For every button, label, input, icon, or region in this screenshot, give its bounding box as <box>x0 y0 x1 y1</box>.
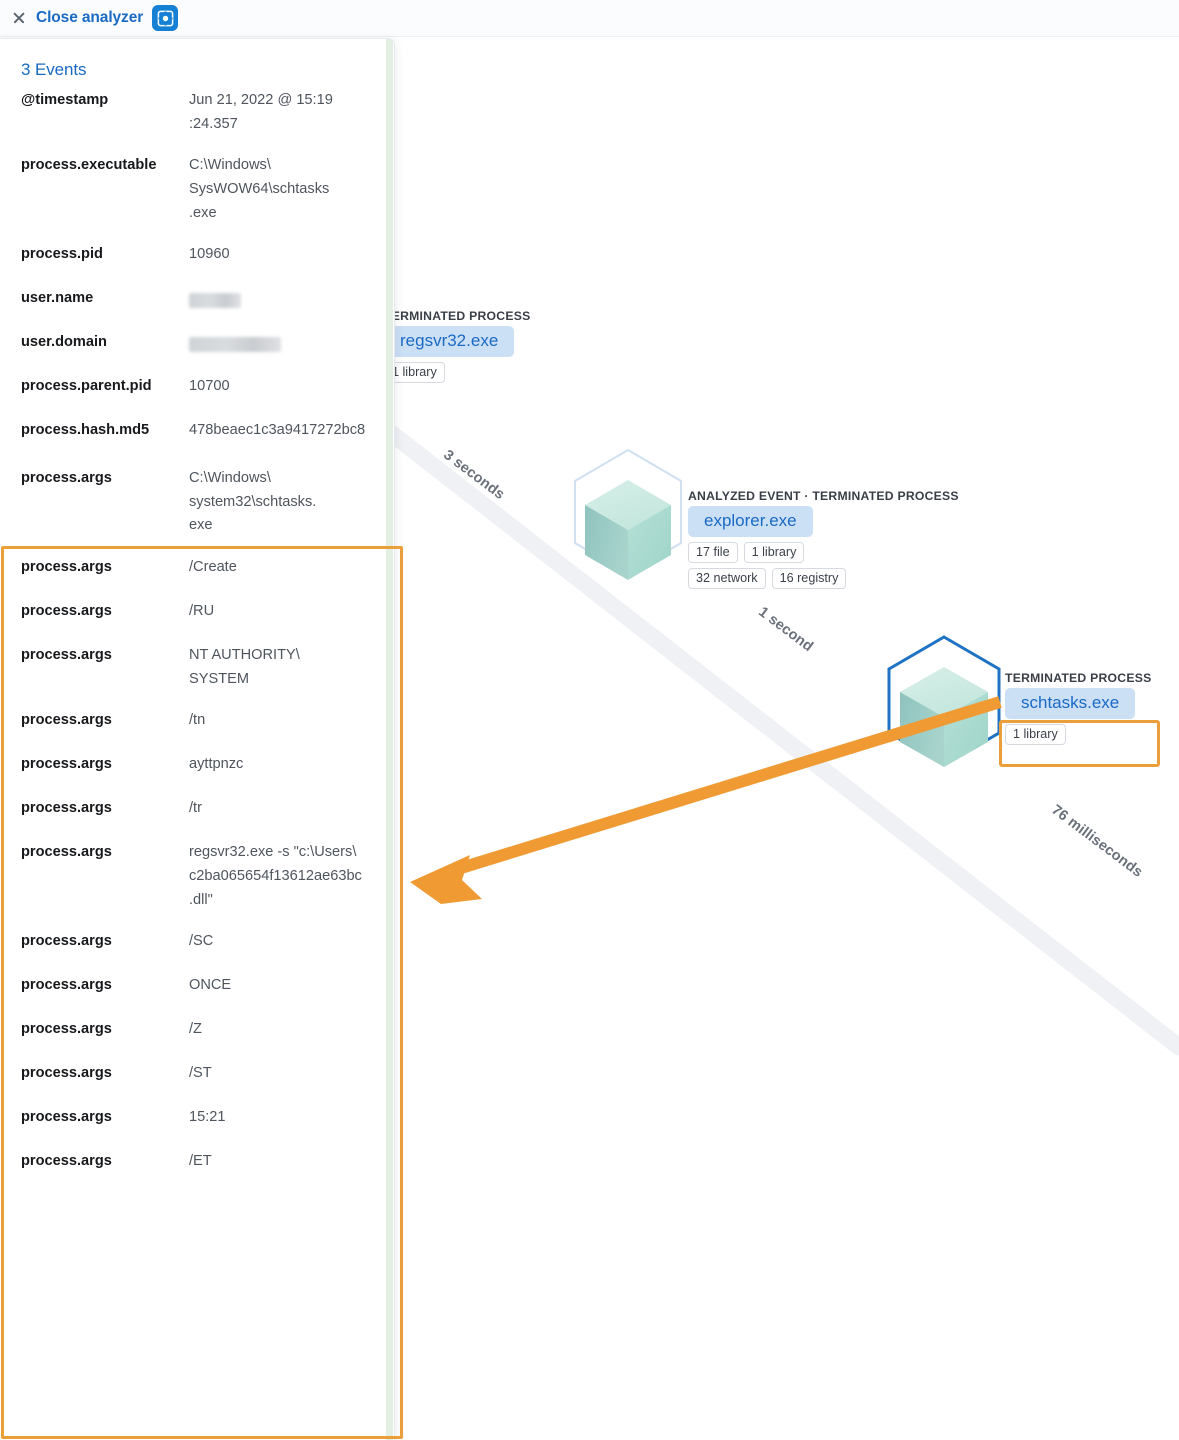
field-value: regsvr32.exe -s "c:\Users\ c2ba065654f13… <box>189 844 362 908</box>
field-value: C:\Windows\ SysWOW64\schtasks .exe <box>189 157 330 221</box>
event-details-panel[interactable]: 3 Events @timestamp Jun 21, 2022 @ 15:19… <box>0 38 395 1440</box>
field-value: ayttpnzc <box>189 756 244 773</box>
table-row: process.args /RU <box>0 591 394 635</box>
node-title-regsvr32[interactable]: regsvr32.exe <box>384 326 515 357</box>
panel-heading: 3 Events <box>21 60 87 79</box>
panel-scrollbar[interactable] <box>386 39 393 1440</box>
annotation-arrow <box>410 696 1002 904</box>
table-row: process.args 15:21 <box>0 1097 394 1141</box>
table-row: user.name <box>0 278 394 322</box>
field-key: process.args <box>21 1065 112 1082</box>
field-value: Jun 21, 2022 @ 15:19 :24.357 <box>189 92 333 132</box>
table-row: process.args /tr <box>0 788 394 832</box>
field-value: 10960 <box>189 246 230 263</box>
field-value: /SC <box>189 933 214 950</box>
field-key: process.args <box>21 1021 112 1038</box>
field-key: process.args <box>21 647 112 664</box>
field-value: 10700 <box>189 378 230 395</box>
close-analyzer-button[interactable]: Close analyzer <box>36 9 143 27</box>
close-icon[interactable] <box>11 10 27 26</box>
node-title-explorer[interactable]: explorer.exe <box>688 506 813 537</box>
table-row: process.pid 10960 <box>0 234 394 278</box>
field-key: process.args <box>21 603 112 620</box>
field-value-redacted <box>189 287 382 311</box>
table-row: process.args C:\Windows\ system32\schtas… <box>0 454 394 547</box>
table-row: user.domain <box>0 322 394 366</box>
field-value: /ST <box>189 1065 212 1082</box>
field-value: /tn <box>189 712 206 729</box>
redacted-value <box>189 292 241 308</box>
event-fields-list: @timestamp Jun 21, 2022 @ 15:19 :24.357 … <box>0 80 394 1185</box>
field-value: /ET <box>189 1153 212 1170</box>
field-key: process.args <box>21 844 112 861</box>
node-kicker: ANALYZED EVENT · TERMINATED PROCESS <box>688 489 959 503</box>
field-key: @timestamp <box>21 92 109 108</box>
table-row: process.hash.md5 478beaec1c3a9417272bc8 <box>0 410 394 454</box>
field-value: /Create <box>189 559 237 576</box>
field-value: /tr <box>189 800 202 817</box>
node-title-schtasks[interactable]: schtasks.exe <box>1005 688 1136 719</box>
table-row: process.args ONCE <box>0 965 394 1009</box>
field-value: 478beaec1c3a9417272bc8 <box>189 422 366 439</box>
field-value: /RU <box>189 603 215 620</box>
field-key: process.args <box>21 1109 112 1126</box>
node-pill-row: 1 library <box>384 362 530 383</box>
table-row: process.args /Z <box>0 1009 394 1053</box>
node-kicker: TERMINATED PROCESS <box>384 309 531 323</box>
field-key: user.name <box>21 290 94 307</box>
table-row: process.executable C:\Windows\ SysWOW64\… <box>0 145 394 234</box>
field-key: user.domain <box>21 334 107 351</box>
table-row: process.args ayttpnzc <box>0 744 394 788</box>
field-value: 15:21 <box>189 1109 226 1126</box>
table-row: process.args /ST <box>0 1053 394 1097</box>
field-value: /Z <box>189 1021 202 1038</box>
analyzer-toolbar: Close analyzer <box>0 0 1179 37</box>
field-key: process.args <box>21 470 112 487</box>
field-value: C:\Windows\ system32\schtasks. exe <box>189 470 317 534</box>
field-value: ONCE <box>189 977 232 994</box>
node-pill-row: 17 file 1 library <box>688 542 959 563</box>
redacted-value <box>189 336 281 352</box>
node-pill-library[interactable]: 1 library <box>743 542 805 563</box>
field-key: process.hash.md5 <box>21 422 150 439</box>
field-key: process.pid <box>21 246 103 263</box>
node-pill-library[interactable]: 1 library <box>1005 724 1066 745</box>
graph-node-regsvr32[interactable]: TERMINATED PROCESS regsvr32.exe 1 librar… <box>384 309 530 383</box>
table-row: process.args /ET <box>0 1141 394 1185</box>
field-key: process.args <box>21 712 112 729</box>
node-pill-row: 32 network 16 registry <box>688 568 959 589</box>
graph-node-explorer[interactable]: ANALYZED EVENT · TERMINATED PROCESS expl… <box>688 489 959 589</box>
field-key: process.args <box>21 800 112 817</box>
node-pill-file[interactable]: 17 file <box>688 542 738 563</box>
field-value-redacted <box>189 331 382 355</box>
node-hexagon-explorer <box>574 448 682 580</box>
table-row: process.args /SC <box>0 921 394 965</box>
graph-node-schtasks[interactable]: TERMINATED PROCESS schtasks.exe 1 librar… <box>1005 671 1151 745</box>
table-row: process.args /tn <box>0 700 394 744</box>
table-row: process.args regsvr32.exe -s "c:\Users\ … <box>0 832 394 921</box>
field-key: process.args <box>21 1153 112 1170</box>
analyzer-page: Close analyzer 3 seconds 1 second 76 mil… <box>0 0 1179 1440</box>
table-row: @timestamp Jun 21, 2022 @ 15:19 :24.357 <box>0 80 394 145</box>
table-row: process.args NT AUTHORITY\ SYSTEM <box>0 635 394 700</box>
field-value: NT AUTHORITY\ SYSTEM <box>189 647 300 687</box>
field-key: process.args <box>21 756 112 773</box>
field-key: process.args <box>21 977 112 994</box>
field-key: process.args <box>21 933 112 950</box>
node-pill-row: 1 library <box>1005 724 1151 745</box>
node-pill-network[interactable]: 32 network <box>688 568 766 589</box>
field-key: process.parent.pid <box>21 378 152 395</box>
node-pill-registry[interactable]: 16 registry <box>771 568 847 589</box>
field-key: process.executable <box>21 157 157 174</box>
table-row: process.parent.pid 10700 <box>0 366 394 410</box>
analyzer-badge-icon[interactable] <box>152 5 179 31</box>
node-kicker: TERMINATED PROCESS <box>1005 671 1152 685</box>
table-row: process.args /Create <box>0 547 394 591</box>
field-key: process.args <box>21 559 112 576</box>
